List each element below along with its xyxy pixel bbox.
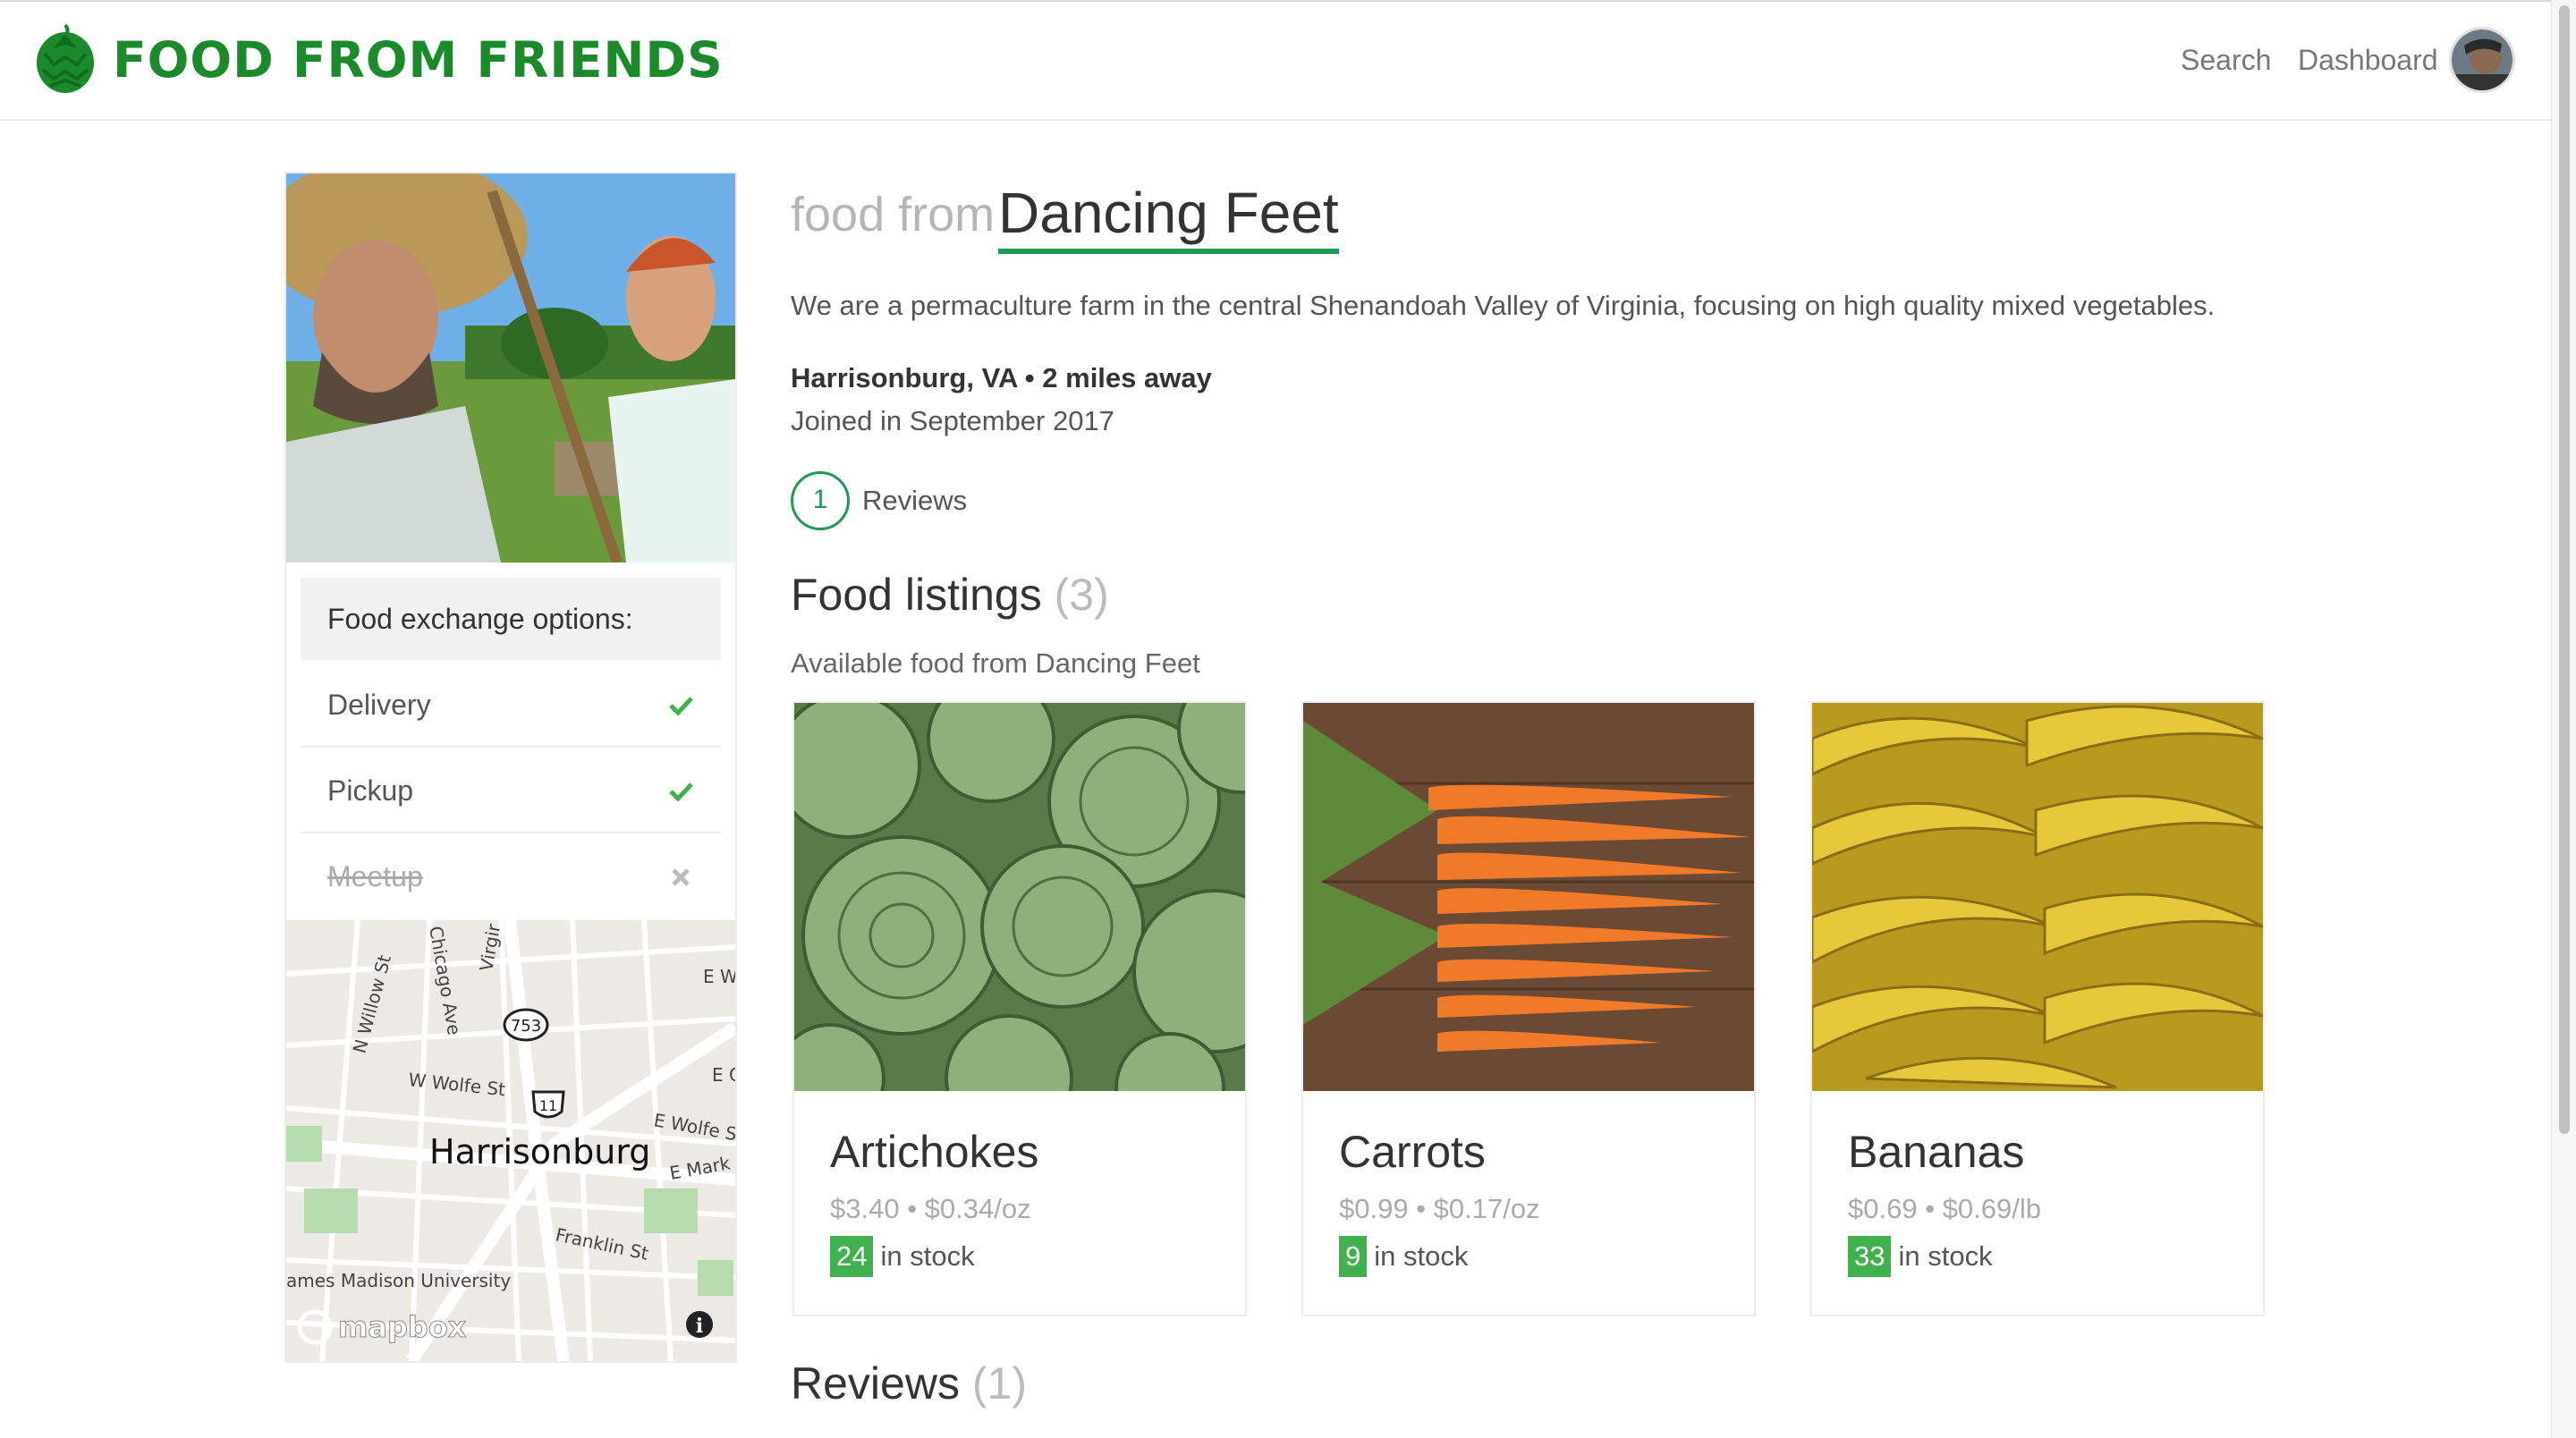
nav-dashboard-link[interactable]: Dashboard (2298, 38, 2438, 82)
reviews-section-title: Reviews (1) (791, 1356, 1027, 1411)
food-card-artichokes[interactable]: Artichokes $3.40 • $0.34/oz 24 in stock (792, 701, 1247, 1316)
exchange-option-pickup: Pickup (301, 748, 721, 833)
review-count-badge[interactable]: 1 (791, 471, 850, 530)
map-street-label: E W (703, 966, 735, 987)
stock-count-badge: 24 (830, 1236, 874, 1277)
food-price: $0.69 • $0.69/lb (1848, 1193, 2041, 1224)
artichokes-image[interactable] (794, 703, 1245, 1091)
reviews-count: (1) (971, 1358, 1027, 1408)
listings-count: (3) (1054, 570, 1109, 620)
section-title-text: Reviews (791, 1358, 960, 1408)
section-title-text: Food listings (791, 570, 1042, 620)
farm-location: Harrisonburg, VA • 2 miles away (791, 362, 1212, 393)
x-icon (672, 868, 690, 886)
bananas-image[interactable] (1812, 703, 2263, 1091)
map-poi-label: ames Madison University (286, 1270, 511, 1291)
stock-info: 33 in stock (1848, 1236, 1993, 1277)
top-navbar: FOOD FROM FRIENDS Search Dashboard (0, 0, 2551, 121)
stock-label: in stock (1898, 1240, 1993, 1272)
exchange-option-meetup: Meetup (301, 833, 721, 919)
reviews-link[interactable]: Reviews (862, 481, 967, 520)
farm-description: We are a permaculture farm in the centra… (791, 290, 2216, 321)
carrots-image[interactable] (1303, 703, 1754, 1091)
page-pretitle: food from (791, 188, 996, 241)
food-price: $3.40 • $0.34/oz (830, 1193, 1031, 1224)
exchange-options-title: Food exchange options: (301, 578, 721, 660)
mapbox-attribution[interactable]: mapbox (338, 1310, 468, 1345)
map-city-label: Harrisonburg (429, 1132, 650, 1172)
artichoke-logo-icon[interactable] (27, 21, 104, 98)
map-street-label: E G (712, 1064, 735, 1086)
check-icon (669, 697, 693, 716)
route-shield-label: 11 (539, 1097, 557, 1114)
check-icon (669, 782, 693, 802)
nav-search-link[interactable]: Search (2181, 38, 2271, 82)
stock-info: 9 in stock (1339, 1236, 1468, 1277)
brand-name[interactable]: FOOD FROM FRIENDS (113, 29, 724, 91)
exchange-option-delivery: Delivery (301, 662, 721, 748)
stock-label: in stock (1374, 1240, 1469, 1272)
listings-subtitle: Available food from Dancing Feet (791, 647, 1200, 679)
food-card-carrots[interactable]: Carrots $0.99 • $0.17/oz 9 in stock (1301, 701, 1756, 1316)
option-label: Meetup (327, 860, 423, 892)
stock-label: in stock (880, 1240, 975, 1272)
stock-info: 24 in stock (830, 1236, 975, 1277)
food-name[interactable]: Bananas (1848, 1123, 2024, 1180)
location-map[interactable]: N Willow St Chicago Ave Virgir W Wolfe S… (286, 920, 735, 1361)
food-name[interactable]: Artichokes (830, 1123, 1038, 1180)
option-label: Delivery (327, 689, 431, 721)
food-name[interactable]: Carrots (1339, 1123, 1486, 1180)
avatar[interactable] (2449, 27, 2515, 93)
food-price: $0.99 • $0.17/oz (1339, 1193, 1540, 1224)
svg-text:i: i (696, 1315, 703, 1338)
farmers-photo (286, 173, 735, 563)
option-label: Pickup (327, 774, 414, 807)
farm-name-title: Dancing Feet (998, 179, 1339, 254)
farm-sidebar: Food exchange options: Delivery Pickup M… (284, 172, 737, 1363)
food-listings-title: Food listings (3) (791, 567, 1109, 622)
scrollbar-thumb[interactable] (2559, 5, 2570, 1134)
farm-joined-date: Joined in September 2017 (791, 405, 1114, 436)
stock-count-badge: 33 (1848, 1236, 1892, 1277)
food-card-bananas[interactable]: Bananas $0.69 • $0.69/lb 33 in stock (1810, 701, 2265, 1316)
route-shield-label: 753 (511, 1017, 541, 1036)
stock-count-badge: 9 (1339, 1236, 1368, 1277)
